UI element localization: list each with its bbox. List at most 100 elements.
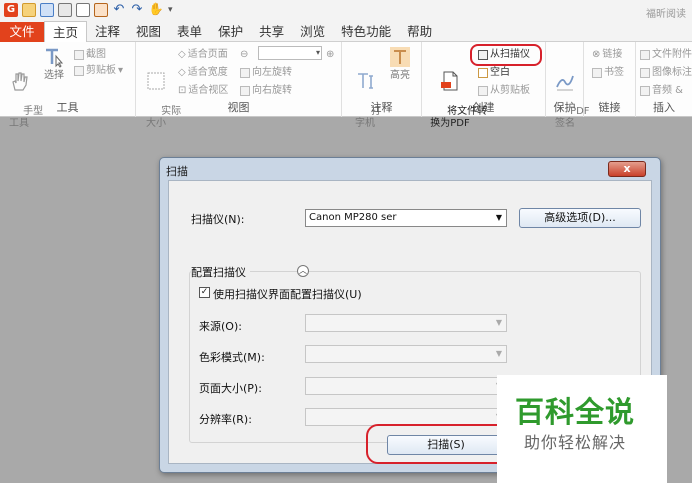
chevron-down-icon: ▼ [495, 213, 502, 222]
zoom-in-icon: ⊕ [326, 49, 335, 60]
tab-protect[interactable]: 保护 [210, 22, 251, 42]
highlight-icon [390, 47, 410, 67]
tab-home[interactable]: 主页 [44, 21, 88, 42]
scanner-select[interactable]: Canon MP280 ser ▼ [305, 209, 507, 227]
chevron-down-icon: ▾ [315, 48, 320, 57]
color-mode-select[interactable]: ▼ [305, 345, 507, 363]
zoom-out-icon: ⊖ [240, 49, 249, 60]
collapse-icon[interactable]: ︿ [297, 265, 309, 277]
undo-icon[interactable]: ↶ [112, 3, 126, 17]
fit-visible-button[interactable]: ⊡ 适合视区 [178, 84, 228, 98]
fit-page-button[interactable]: ◇ 适合页面 [178, 48, 228, 62]
scanner-highlight-annotation [470, 44, 542, 66]
clipboard-button[interactable]: 剪贴板 ▾ [74, 64, 123, 78]
ribbon: 手型 工具 选择 截图 剪贴板 ▾ 工具 实际 大小 ◇ 适合页面 ◇ 适合宽度 ⊡ 适… [0, 42, 692, 129]
watermark-subtitle: 助你轻松解决 [524, 433, 627, 452]
audio-video-button[interactable]: 音频 & [640, 84, 683, 98]
ribbon-group-label: 工具 [56, 101, 79, 114]
title-bar: G ↶ ↷ ✋ ▾ 福昕阅读 文件 主页 注释 视图 表单 保护 共享 浏览 特… [0, 0, 692, 42]
use-ui-checkbox-label: 使用扫描仪界面配置扫描仪(U) [213, 288, 362, 301]
close-button[interactable]: x [608, 161, 646, 177]
rotate-left-button[interactable]: 向左旋转 [240, 66, 292, 80]
from-clipboard-button[interactable]: 从剪贴板 [478, 84, 530, 98]
zoom-in-button[interactable]: ⊕ [326, 48, 334, 62]
quick-access-toolbar: G ↶ ↷ ✋ ▾ [4, 3, 176, 17]
file-attachment-button[interactable]: 文件附件 [640, 48, 692, 62]
ribbon-group-label: 保护 [553, 101, 576, 114]
ribbon-group-protect: PDF 签名 保护 [546, 42, 590, 129]
page-icon[interactable] [76, 3, 90, 17]
tab-browse[interactable]: 浏览 [292, 22, 333, 42]
ribbon-group-label: 注释 [370, 101, 393, 114]
select-tool-button[interactable]: 选择 [40, 46, 68, 82]
bookmark-icon [592, 68, 602, 78]
ribbon-group-label: 插入 [653, 101, 675, 114]
image-annotation-button[interactable]: 图像标注 [640, 66, 692, 80]
config-section-label: 配置扫描仪 [191, 264, 250, 280]
hand-tool-icon[interactable]: ✋ [148, 3, 164, 17]
app-title: 福昕阅读 [646, 9, 686, 20]
screenshot-button[interactable]: 截图 [74, 48, 106, 62]
page-size-select[interactable]: ▼ [305, 377, 507, 395]
page-size-label: 页面大小(P): [199, 382, 262, 395]
open-folder-icon[interactable] [22, 3, 36, 17]
print-icon[interactable] [58, 3, 72, 17]
convert-file-icon [441, 71, 458, 91]
tab-features[interactable]: 特色功能 [333, 22, 399, 42]
typewriter-button[interactable]: 打 字机 [352, 46, 381, 142]
redo-icon[interactable]: ↷ [130, 3, 144, 17]
actual-size-button[interactable]: 实际 大小 [142, 46, 181, 142]
fit-width-button[interactable]: ◇ 适合宽度 [178, 66, 228, 80]
zoom-level-combo[interactable]: ▾ [258, 46, 322, 60]
media-icon [640, 86, 650, 96]
signature-icon [556, 75, 574, 91]
customize-dropdown-icon[interactable]: ▾ [168, 3, 176, 17]
image-icon [640, 68, 650, 78]
screenshot-icon [74, 50, 84, 60]
hand-tool-button[interactable]: 手型 工具 [4, 46, 43, 142]
tab-file[interactable]: 文件 [0, 22, 44, 42]
ribbon-group-label: 链接 [598, 101, 621, 114]
chevron-down-icon: ▼ [495, 318, 502, 327]
bookmark-button[interactable]: 书签 [592, 66, 624, 80]
use-ui-checkbox[interactable]: ✓ [199, 287, 210, 298]
tab-view[interactable]: 视图 [128, 22, 169, 42]
tab-help[interactable]: 帮助 [399, 22, 440, 42]
advanced-options-button[interactable]: 高级选项(D)... [519, 208, 641, 228]
scanner-label: 扫描仪(N): [191, 213, 245, 226]
ribbon-group-tools: 手型 工具 选择 截图 剪贴板 ▾ 工具 [0, 42, 136, 129]
scanner-value: Canon MP280 ser [309, 212, 397, 223]
source-select[interactable]: ▼ [305, 314, 507, 332]
actual-size-icon [147, 72, 165, 90]
link-button[interactable]: ⊗ 链接 [592, 48, 622, 62]
watermark-title: 百科全说 [515, 395, 636, 429]
ribbon-tabs: 文件 主页 注释 视图 表单 保护 共享 浏览 特色功能 帮助 [0, 21, 440, 42]
ribbon-group-label: 创建 [472, 101, 495, 114]
new-document-icon[interactable] [94, 3, 108, 17]
chevron-down-icon: ▼ [495, 349, 502, 358]
zoom-out-button[interactable]: ⊖ [240, 48, 248, 62]
source-label: 来源(O): [199, 320, 242, 333]
ribbon-group-label: 视图 [227, 101, 250, 114]
convert-to-pdf-button[interactable]: 将文件转 换为PDF [428, 46, 487, 142]
color-mode-label: 色彩模式(M): [199, 351, 265, 364]
chevron-down-icon: ▾ [118, 65, 124, 76]
highlight-button[interactable]: 高亮 [386, 46, 414, 82]
tab-share[interactable]: 共享 [251, 22, 292, 42]
ribbon-group-comment: 打 字机 高亮 注释 [342, 42, 422, 129]
rotate-right-icon [240, 86, 250, 96]
save-icon[interactable] [40, 3, 54, 17]
pdf-sign-button[interactable]: PDF 签名 [551, 46, 590, 142]
fit-visible-icon: ⊡ [178, 85, 187, 96]
blank-page-button[interactable]: 空白 [478, 66, 510, 80]
link-icon: ⊗ [592, 49, 601, 60]
app-logo-icon: G [4, 3, 18, 17]
tab-comment[interactable]: 注释 [87, 22, 128, 42]
fit-width-icon: ◇ [178, 67, 186, 78]
typewriter-icon [358, 73, 373, 89]
resolution-label: 分辨率(R): [199, 413, 252, 426]
tab-form[interactable]: 表单 [169, 22, 210, 42]
fit-page-icon: ◇ [178, 49, 186, 60]
rotate-right-button[interactable]: 向右旋转 [240, 84, 292, 98]
clipboard-icon [74, 66, 84, 76]
